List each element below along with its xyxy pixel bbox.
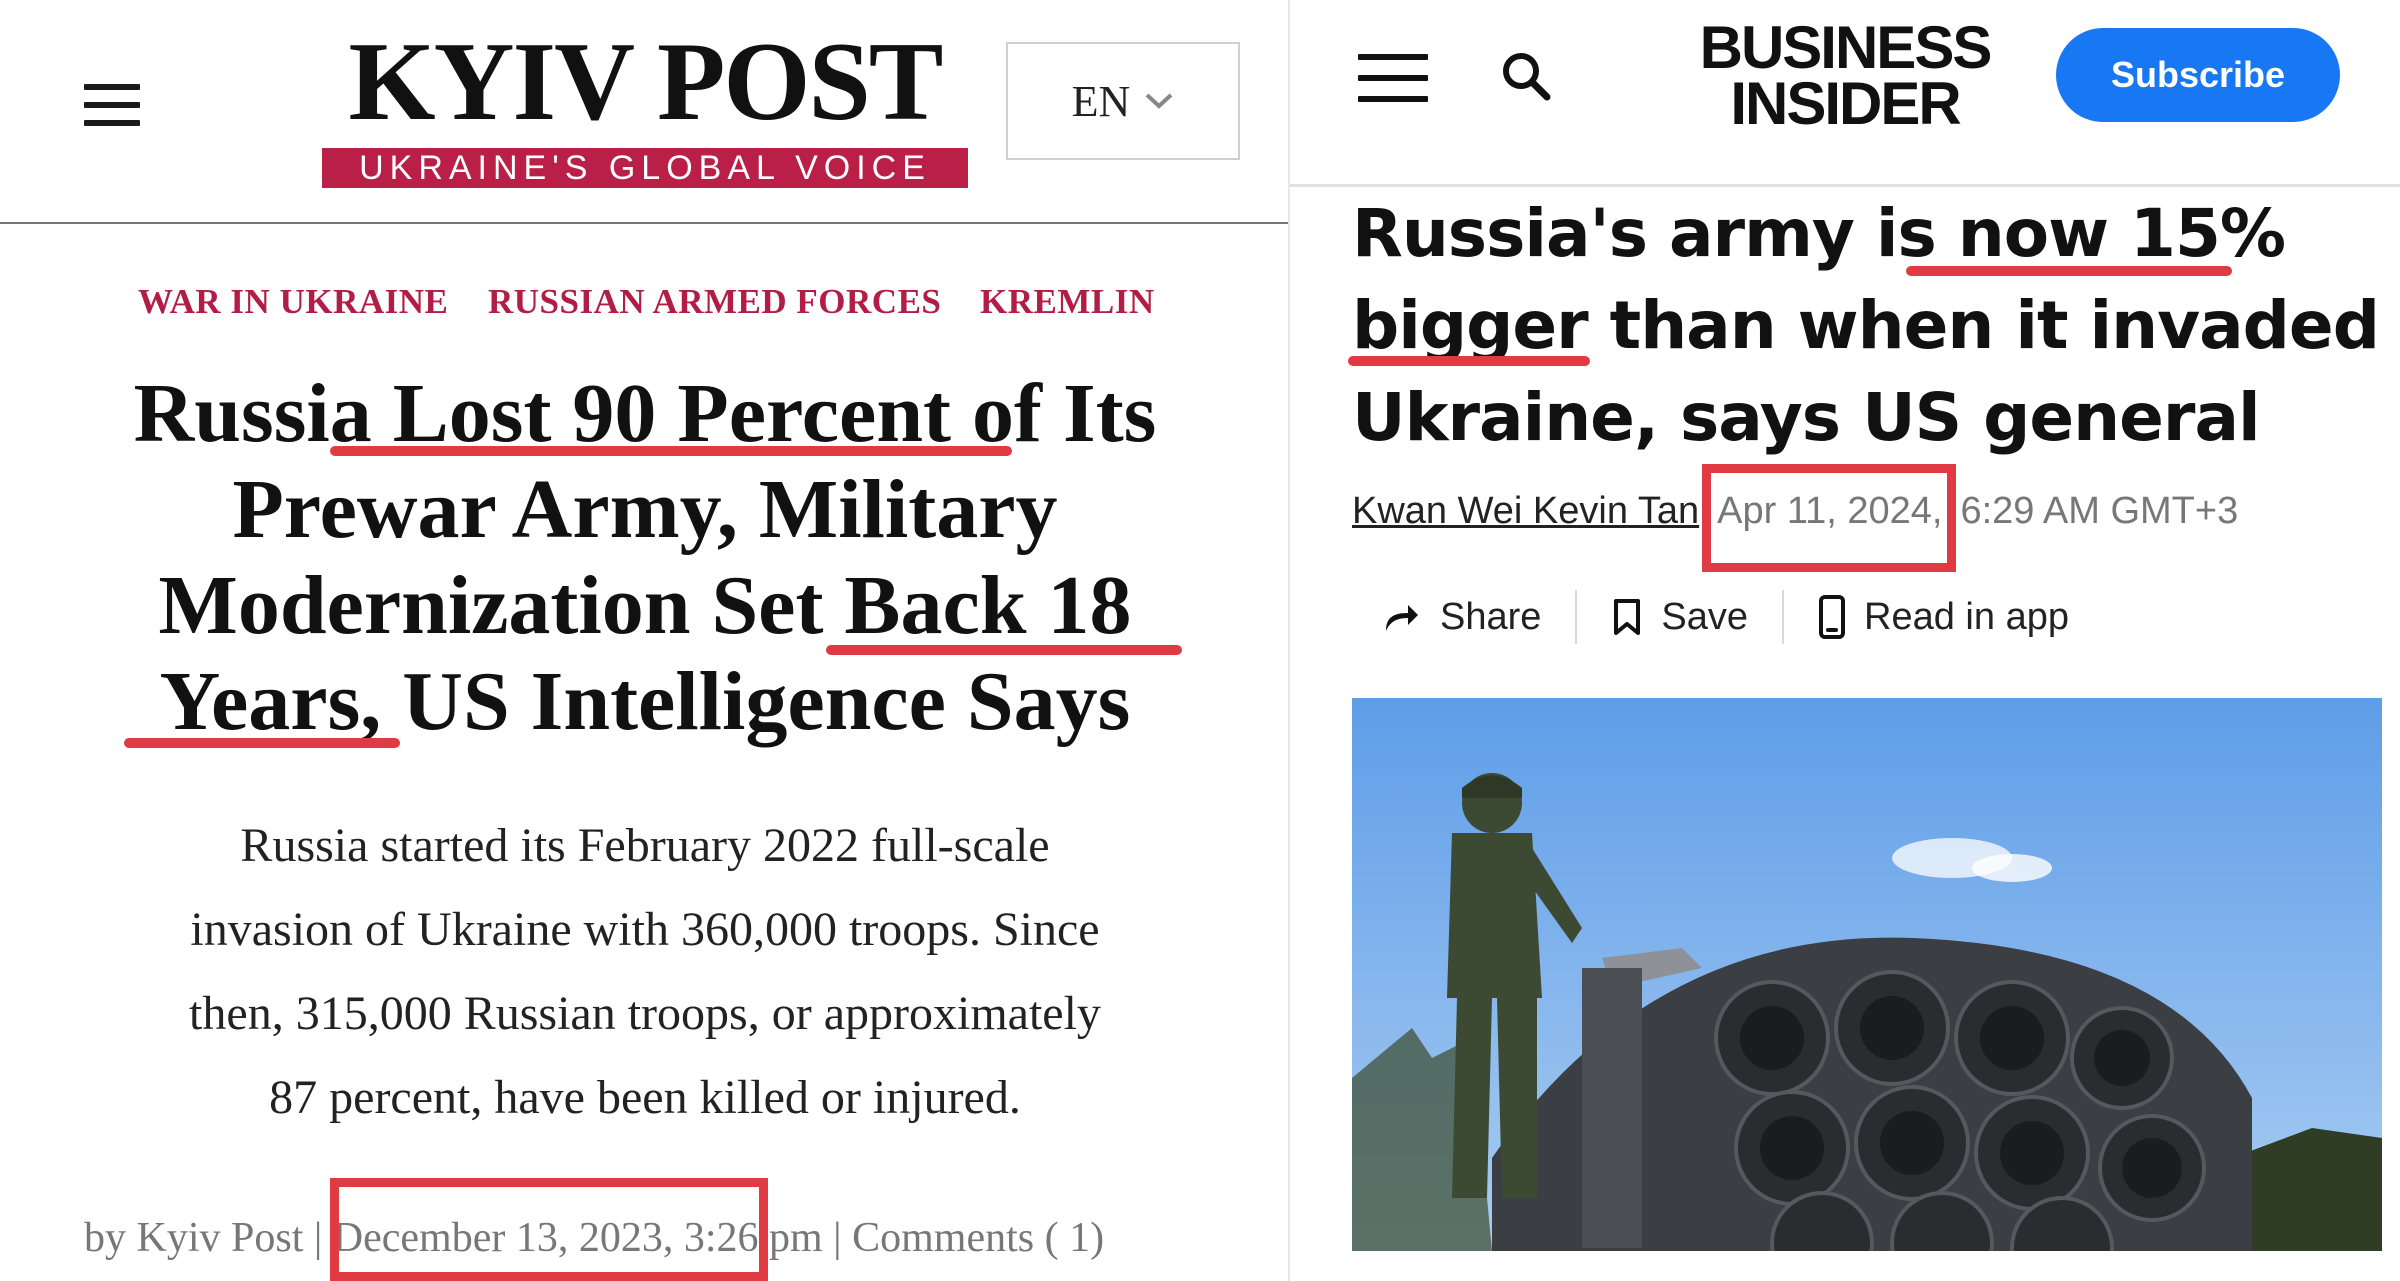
- highlight-underline: [826, 645, 1182, 655]
- summary-line: then, 315,000 Russian troops, or approxi…: [189, 987, 1101, 1040]
- article-headline[interactable]: Russia Lost 90 Percent of Its Prewar Arm…: [20, 366, 1270, 750]
- action-separator: [1782, 590, 1785, 644]
- language-selector[interactable]: EN: [1006, 42, 1240, 160]
- headline-line: Years, US Intelligence Says: [159, 655, 1131, 748]
- share-icon: [1386, 605, 1418, 631]
- highlight-underline: [330, 446, 1012, 456]
- highlight-box: [330, 1178, 768, 1281]
- article-summary: Russia started its February 2022 full-sc…: [20, 804, 1270, 1140]
- logo-line: BUSINESS: [1699, 14, 1993, 81]
- category-kremlin[interactable]: KREMLIN: [980, 282, 1155, 322]
- publish-time: 6:29 AM GMT+3: [1960, 490, 2239, 532]
- read-in-app-label: Read in app: [1864, 595, 2069, 638]
- kyiv-post-panel: KYIV POST UKRAINE'S GLOBAL VOICE EN WAR …: [0, 0, 1290, 1281]
- save-button[interactable]: Save: [1611, 596, 1748, 639]
- headline-line: Ukraine, says US general: [1352, 379, 2261, 456]
- category-russian-armed-forces[interactable]: RUSSIAN ARMED FORCES: [488, 282, 941, 322]
- logo-line: INSIDER: [1730, 70, 1961, 137]
- kyiv-post-logo[interactable]: KYIV POST UKRAINE'S GLOBAL VOICE: [322, 26, 968, 188]
- menu-icon[interactable]: [84, 84, 140, 138]
- action-separator: [1575, 590, 1578, 644]
- header-divider: [1290, 184, 2400, 187]
- save-label: Save: [1661, 595, 1749, 638]
- logo-tagline: UKRAINE'S GLOBAL VOICE: [322, 148, 968, 188]
- highlight-underline: [124, 738, 400, 748]
- byline-author[interactable]: by Kyiv Post |: [84, 1215, 322, 1261]
- search-icon[interactable]: [1500, 50, 1552, 102]
- share-button[interactable]: Share: [1380, 596, 1541, 639]
- summary-line: Russia started its February 2022 full-sc…: [240, 819, 1050, 872]
- subscribe-button[interactable]: Subscribe: [2056, 28, 2340, 122]
- headline-line: Prewar Army, Military: [232, 463, 1058, 556]
- bookmark-icon: [1614, 599, 1641, 635]
- article-headline[interactable]: Russia's army is now 15% bigger than whe…: [1352, 188, 2382, 464]
- logo-wordmark: KYIV POST: [348, 20, 944, 144]
- business-insider-logo[interactable]: BUSINESS INSIDER: [1680, 14, 2010, 137]
- highlight-underline: [1348, 356, 1590, 366]
- highlight-box: [1702, 464, 1956, 572]
- header-divider: [0, 222, 1290, 224]
- author-link[interactable]: Kwan Wei Kevin Tan: [1352, 490, 1699, 533]
- headline-line: Modernization Set Back 18: [158, 559, 1132, 652]
- category-war-in-ukraine[interactable]: WAR IN UKRAINE: [138, 282, 448, 322]
- business-insider-panel: BUSINESS INSIDER Subscribe Russia's army…: [1290, 0, 2400, 1281]
- article-photo-rocket-launcher[interactable]: [1352, 698, 2382, 1251]
- summary-line: invasion of Ukraine with 360,000 troops.…: [190, 903, 1100, 956]
- chevron-down-icon: [1145, 93, 1173, 109]
- menu-icon[interactable]: [1358, 54, 1428, 117]
- phone-icon: [1819, 595, 1846, 639]
- article-actions: Share Save Read in app: [1380, 590, 2069, 644]
- read-in-app-button[interactable]: Read in app: [1818, 594, 2069, 640]
- language-label: EN: [1071, 76, 1131, 126]
- highlight-underline: [1906, 266, 2232, 276]
- share-label: Share: [1440, 595, 1542, 638]
- summary-line: 87 percent, have been killed or injured.: [269, 1071, 1021, 1124]
